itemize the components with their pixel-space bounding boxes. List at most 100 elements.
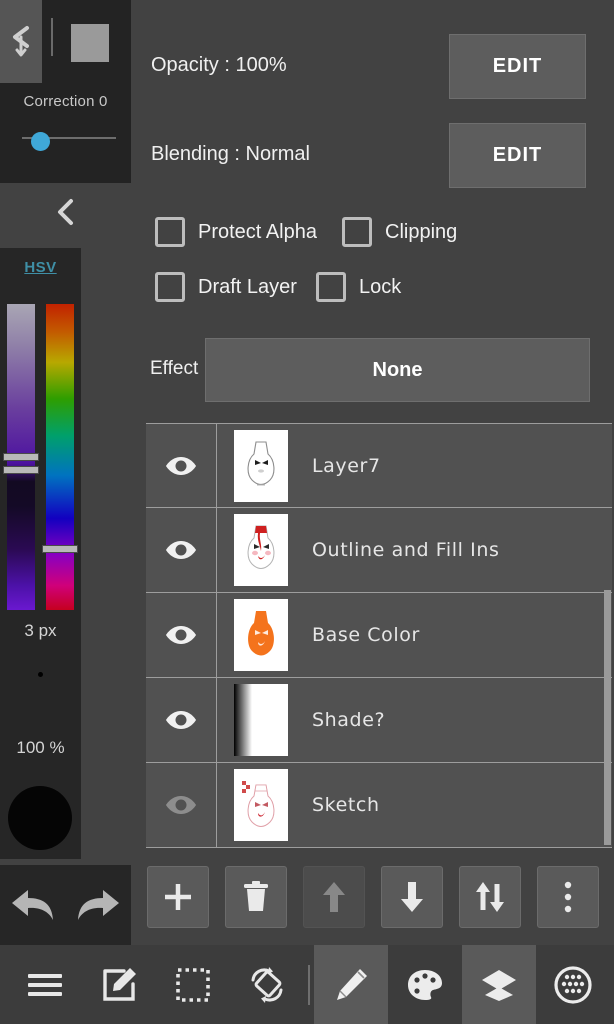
eye-icon [164,794,198,816]
correction-slider-knob[interactable] [31,132,50,151]
nav-selection-button[interactable] [156,945,230,1024]
layer-row[interactable]: Shade? [146,677,612,763]
layer-thumbnail [234,684,288,756]
effect-label: Effect [150,358,199,379]
layer-list-scrollbar[interactable] [604,590,611,845]
nav-layers-button[interactable] [462,945,536,1024]
nav-brush-button[interactable] [314,945,388,1024]
hue-bar[interactable] [46,304,74,610]
layer-list[interactable]: Layer7 Outline and Fill Ins Base Color S… [146,423,612,848]
correction-label: Correction 0 [23,93,108,110]
layer-visibility-toggle[interactable] [146,677,217,763]
opacity-edit-button[interactable]: EDIT [449,34,586,99]
rotate-flip-icon [247,966,287,1004]
swap-layer-button[interactable] [459,866,521,928]
effect-select-button[interactable]: None [205,338,590,402]
layer-name: Outline and Fill Ins [312,539,500,561]
hue-handle[interactable] [42,545,78,553]
bottom-toolbar [0,945,614,1024]
layer-row[interactable]: Outline and Fill Ins [146,507,612,593]
eye-icon [164,709,198,731]
blending-edit-button[interactable]: EDIT [449,123,586,188]
drawing-app-screen: Correction 0 HSV 3 px 100 % Opacity: 10… [0,0,614,1024]
nav-menu-button[interactable] [8,945,82,1024]
effect-row: Effect None [131,337,614,403]
checkbox-label: Lock [359,275,402,298]
dotted-selection-icon [175,967,211,1003]
arrow-up-icon [321,880,347,914]
add-layer-button[interactable] [147,866,209,928]
layer-properties-panel: Opacity : 100% EDIT Blending : Normal ED… [131,0,614,945]
delete-layer-button[interactable] [225,866,287,928]
blending-label: Blending : Normal [151,143,310,165]
chevron-left-down-icon [7,24,35,60]
circle-grid-icon [553,965,593,1005]
arrows-up-down-icon [473,880,507,914]
back-button[interactable] [0,0,42,83]
nav-edit-canvas-button[interactable] [82,945,156,1024]
collapse-panel-button[interactable] [0,183,131,245]
chevron-left-icon [54,197,78,232]
layer-thumbnail [234,429,288,502]
eye-icon [164,455,198,477]
checkbox-box-icon [155,272,185,302]
correction-panel: Correction 0 [0,83,131,183]
layer-thumbnail [234,514,288,586]
trash-icon [241,880,271,914]
brush-color-preview[interactable] [8,786,72,850]
plus-icon [161,880,195,914]
layer-visibility-toggle[interactable] [146,762,217,848]
layer-visibility-toggle[interactable] [146,507,217,593]
checkbox-label: Draft Layer [198,275,297,298]
layer-thumbnail [234,769,288,841]
opacity-label: Opacity : 100% [151,54,287,76]
layer-toolbar [131,860,614,934]
brush-preview-swatch[interactable] [71,24,109,62]
checkbox-box-icon [316,272,346,302]
sv-handle-2[interactable] [3,466,39,474]
layer-more-button[interactable] [537,866,599,928]
layer-thumbnail [234,599,288,671]
checkbox-protect-alpha[interactable]: Protect Alpha [155,217,317,247]
layer-row[interactable]: Layer7 [146,423,612,508]
redo-button[interactable] [73,884,123,926]
checkbox-draft-layer[interactable]: Draft Layer [155,272,297,302]
checkbox-lock[interactable]: Lock [316,272,401,302]
nav-transform-button[interactable] [230,945,304,1024]
layer-flags-grid: Protect Alpha Clipping Draft Layer Lock [131,210,614,322]
opacity-row: Opacity : 100% EDIT [131,25,614,113]
brush-size-label: 3 px [24,621,57,640]
layer-visibility-toggle[interactable] [146,423,217,508]
toolbar-separator [308,964,310,1005]
arrow-down-icon [399,880,425,914]
brush-opacity-label: 100 % [16,738,65,757]
move-layer-down-button[interactable] [381,866,443,928]
layer-name: Layer7 [312,454,381,477]
edit-square-icon [100,966,138,1004]
layers-icon [479,967,519,1003]
nav-palette-button[interactable] [388,945,462,1024]
sv-handle-1[interactable] [3,453,39,461]
checkbox-box-icon [342,217,372,247]
nav-material-button[interactable] [536,945,610,1024]
layer-visibility-toggle[interactable] [146,592,217,678]
checkbox-clipping[interactable]: Clipping [342,217,457,247]
move-layer-up-button[interactable] [303,866,365,928]
blending-row: Blending : Normal EDIT [131,114,614,202]
eye-icon [164,539,198,561]
more-vertical-icon [562,880,574,914]
layer-name: Base Color [312,624,420,646]
undo-redo-bar [0,865,131,945]
brush-size-preview-dot [38,672,43,677]
layer-row[interactable]: Sketch [146,762,612,848]
left-sidebar: Correction 0 HSV 3 px 100 % [0,0,131,945]
hsv-mode-link[interactable]: HSV [0,259,81,276]
layer-row[interactable]: Base Color [146,592,612,678]
color-picker-panel: HSV 3 px 100 % [0,248,81,859]
layer-name: Shade? [312,709,386,731]
brush-top-bar [0,0,131,83]
undo-button[interactable] [8,884,58,926]
checkbox-label: Protect Alpha [198,220,317,243]
checkbox-label: Clipping [385,220,458,243]
eye-icon [164,624,198,646]
